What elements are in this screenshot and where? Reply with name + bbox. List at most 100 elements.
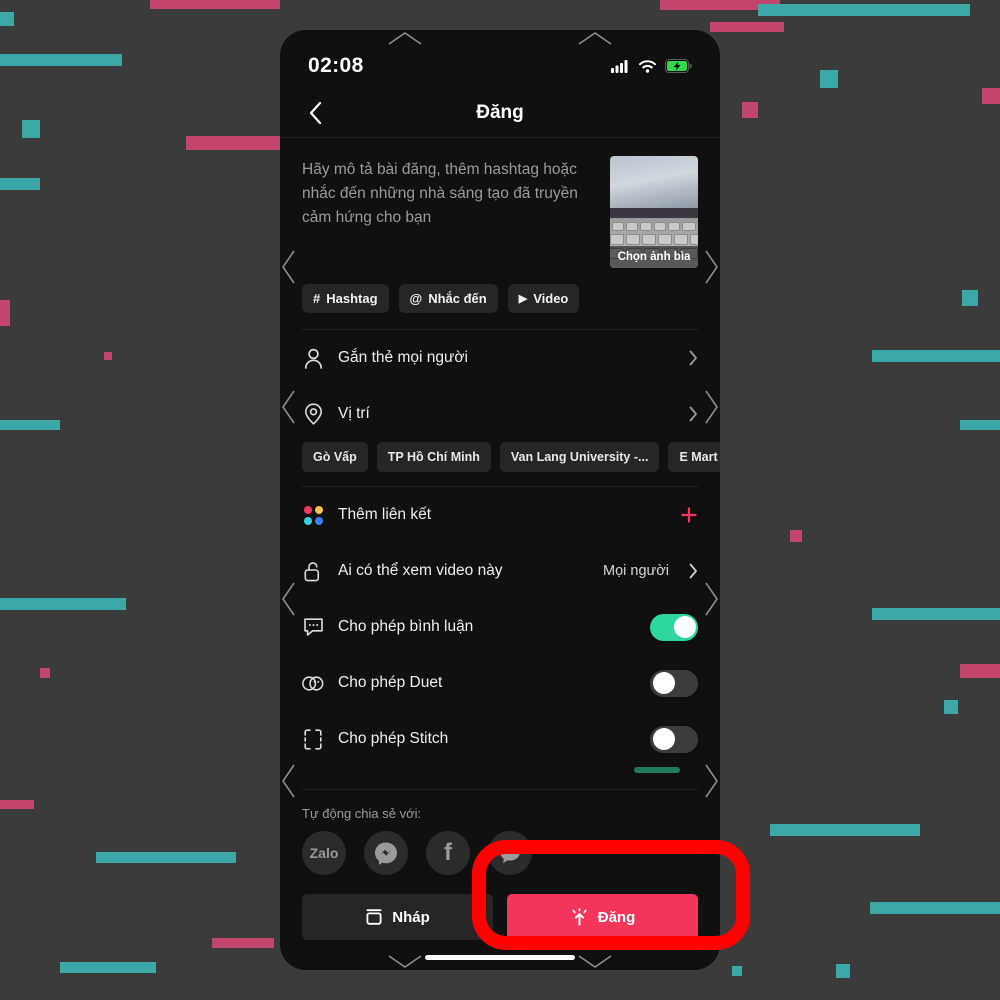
location-pin-icon [302,403,324,425]
background-block [962,290,978,306]
chevron-right-icon [689,563,697,579]
draft-button-label: Nháp [392,908,430,926]
background-block [0,300,10,326]
post-button-label: Đăng [597,908,636,926]
status-bar-icons [611,59,692,73]
row-allow-duet[interactable]: Cho phép Duet [280,655,720,711]
crop-chevron-icon [388,32,422,45]
background-block [212,938,274,948]
thumbnail-bezel [610,207,698,218]
crop-chevron-icon [705,250,718,284]
row-add-link[interactable]: Thêm liên kết [280,487,720,543]
background-block [0,598,126,610]
background-block [40,668,50,678]
thumbnail-screen-area [610,156,698,208]
toggle-allow-duet[interactable] [650,669,698,697]
location-chip[interactable]: Gò Vấp [302,442,368,472]
chip-video[interactable]: ▶ Video [507,284,580,313]
location-chip[interactable]: Van Lang University -... [499,442,660,472]
crop-chevron-icon [578,955,612,968]
background-block [60,962,156,973]
composer-chips: # Hashtag @ Nhắc đến ▶ Video [280,268,720,329]
toggle-allow-comments[interactable] [650,613,698,641]
chip-video-label: Video [533,291,569,306]
home-indicator [425,955,575,960]
background-block [836,964,850,978]
person-icon [302,347,324,369]
row-allow-comments[interactable]: Cho phép bình luận [280,599,720,655]
background-block [0,178,40,190]
chip-hashtag-label: Hashtag [326,291,378,306]
chevron-right-icon [689,350,697,366]
background-block [872,350,1000,362]
mention-icon: @ [409,291,423,306]
crop-chevron-icon [705,390,718,424]
upload-sparkle-icon [572,907,587,926]
divider [302,789,698,790]
location-suggestions: Gò Vấp TP Hồ Chí Minh Van Lang Universit… [280,442,720,486]
toggle-partial-next[interactable] [634,767,680,773]
back-button[interactable] [300,98,330,128]
row-allow-duet-label: Cho phép Duet [338,674,443,691]
auto-share-targets: Zalo f [280,831,720,875]
hashtag-icon: # [313,291,321,306]
row-location[interactable]: Vị trí [280,386,720,442]
unlock-icon [302,560,324,582]
row-allow-comments-label: Cho phép bình luận [338,618,474,635]
background-block [0,800,34,809]
background-block [0,420,60,430]
background-block [944,700,958,714]
draft-button[interactable]: Nháp [302,894,493,940]
background-block [820,70,838,88]
messenger-share-icon[interactable] [364,831,408,875]
background-block [790,530,802,542]
cover-thumbnail[interactable]: Chọn ảnh bìa [610,156,698,268]
status-bar: 02:08 [280,30,720,88]
background-block [22,120,40,138]
wifi-icon [639,59,656,73]
background-block [870,902,1000,914]
phone-screen: 02:08 Đăng Hãy mô tả bài đăng, thêm hash… [280,30,720,970]
zalo-share-icon[interactable]: Zalo [302,831,346,875]
background-block [982,88,1000,104]
battery-charging-icon [665,59,692,73]
crop-chevron-icon [705,582,718,616]
row-tag-people-label: Gắn thẻ mọi người [338,349,468,366]
chip-hashtag[interactable]: # Hashtag [302,284,389,313]
facebook-share-icon[interactable]: f [426,831,470,875]
location-chip[interactable]: TP Hồ Chí Minh [376,442,491,472]
nav-bar: Đăng [280,88,720,138]
background-block [96,852,236,863]
plus-icon[interactable] [680,506,698,524]
crop-chevron-icon [282,390,295,424]
row-privacy-label: Ai có thể xem video này [338,562,503,579]
row-allow-stitch[interactable]: Cho phép Stitch [280,711,720,767]
phone-device-frame: 02:08 Đăng Hãy mô tả bài đăng, thêm hash… [280,30,720,970]
row-privacy[interactable]: Ai có thể xem video này Mọi người [280,543,720,599]
background-block [770,824,920,836]
four-dots-icon [302,504,324,526]
location-chip[interactable]: E Mart Gò Vấp [668,442,720,472]
description-input[interactable]: Hãy mô tả bài đăng, thêm hashtag hoặc nh… [302,156,596,268]
chip-mention[interactable]: @ Nhắc đến [398,284,498,313]
background-block [0,54,122,66]
background-block [150,0,280,9]
background-block [732,966,742,976]
row-tag-people[interactable]: Gắn thẻ mọi người [280,330,720,386]
background-block [872,608,1000,620]
status-bar-clock: 02:08 [308,54,364,77]
chat-share-icon[interactable] [488,831,532,875]
auto-share-label: Tự động chia sẻ với: [302,806,422,821]
row-location-label: Vị trí [338,405,370,422]
chevron-left-icon [309,101,321,124]
toggle-allow-stitch[interactable] [650,725,698,753]
background-block [742,102,758,118]
drafts-icon [366,909,382,925]
video-icon: ▶ [518,293,528,305]
row-add-link-label: Thêm liên kết [338,506,432,523]
post-button[interactable]: Đăng [507,894,698,940]
crop-chevron-icon [282,582,295,616]
footer-actions: Nháp Đăng [280,894,720,940]
row-partial-next [280,767,720,789]
row-privacy-value: Mọi người [603,563,669,579]
